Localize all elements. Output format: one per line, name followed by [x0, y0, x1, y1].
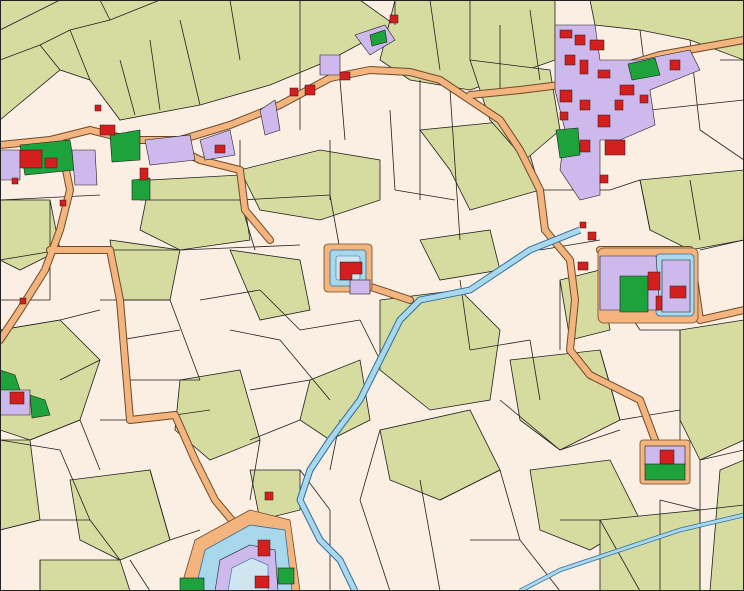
cadastral-map[interactable]	[0, 0, 744, 591]
central-moated-farm	[323, 243, 373, 295]
southeast-farm	[639, 439, 691, 485]
map-canvas[interactable]	[0, 0, 744, 591]
